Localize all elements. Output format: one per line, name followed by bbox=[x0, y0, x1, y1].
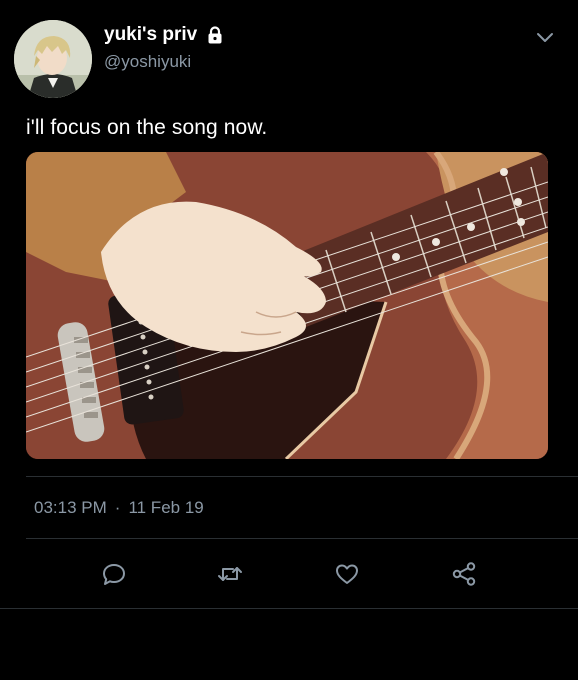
avatar[interactable] bbox=[14, 20, 92, 98]
divider-middle bbox=[26, 538, 578, 539]
display-name[interactable]: yuki's priv bbox=[104, 24, 197, 46]
handle[interactable]: @yoshiyuki bbox=[104, 52, 191, 72]
heart-icon[interactable] bbox=[333, 560, 361, 588]
tweet-text: i'll focus on the song now. bbox=[26, 116, 268, 139]
share-icon[interactable] bbox=[450, 560, 478, 588]
tweet-timestamp[interactable]: 03:13 PM · 11 Feb 19 bbox=[34, 498, 204, 518]
tweet-time: 03:13 PM bbox=[34, 498, 107, 517]
tweet-date: 11 Feb 19 bbox=[128, 498, 204, 517]
tweet-media-image[interactable] bbox=[26, 152, 548, 459]
retweet-icon[interactable] bbox=[216, 560, 244, 588]
divider-bottom bbox=[0, 608, 578, 609]
divider-top bbox=[26, 476, 578, 477]
chevron-down-icon[interactable] bbox=[534, 26, 556, 48]
tweet-actions bbox=[0, 552, 578, 594]
lock-icon bbox=[205, 25, 225, 45]
display-name-row[interactable]: yuki's priv bbox=[104, 24, 225, 46]
separator-dot: · bbox=[114, 498, 121, 517]
reply-icon[interactable] bbox=[100, 560, 128, 588]
avatar-image bbox=[14, 20, 92, 98]
